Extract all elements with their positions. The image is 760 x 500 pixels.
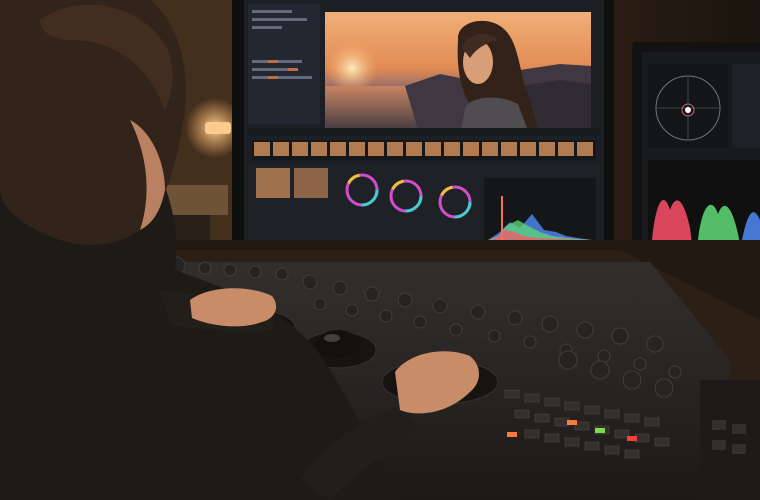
- scene-illustration: [0, 0, 760, 500]
- photo-scene: [0, 0, 760, 500]
